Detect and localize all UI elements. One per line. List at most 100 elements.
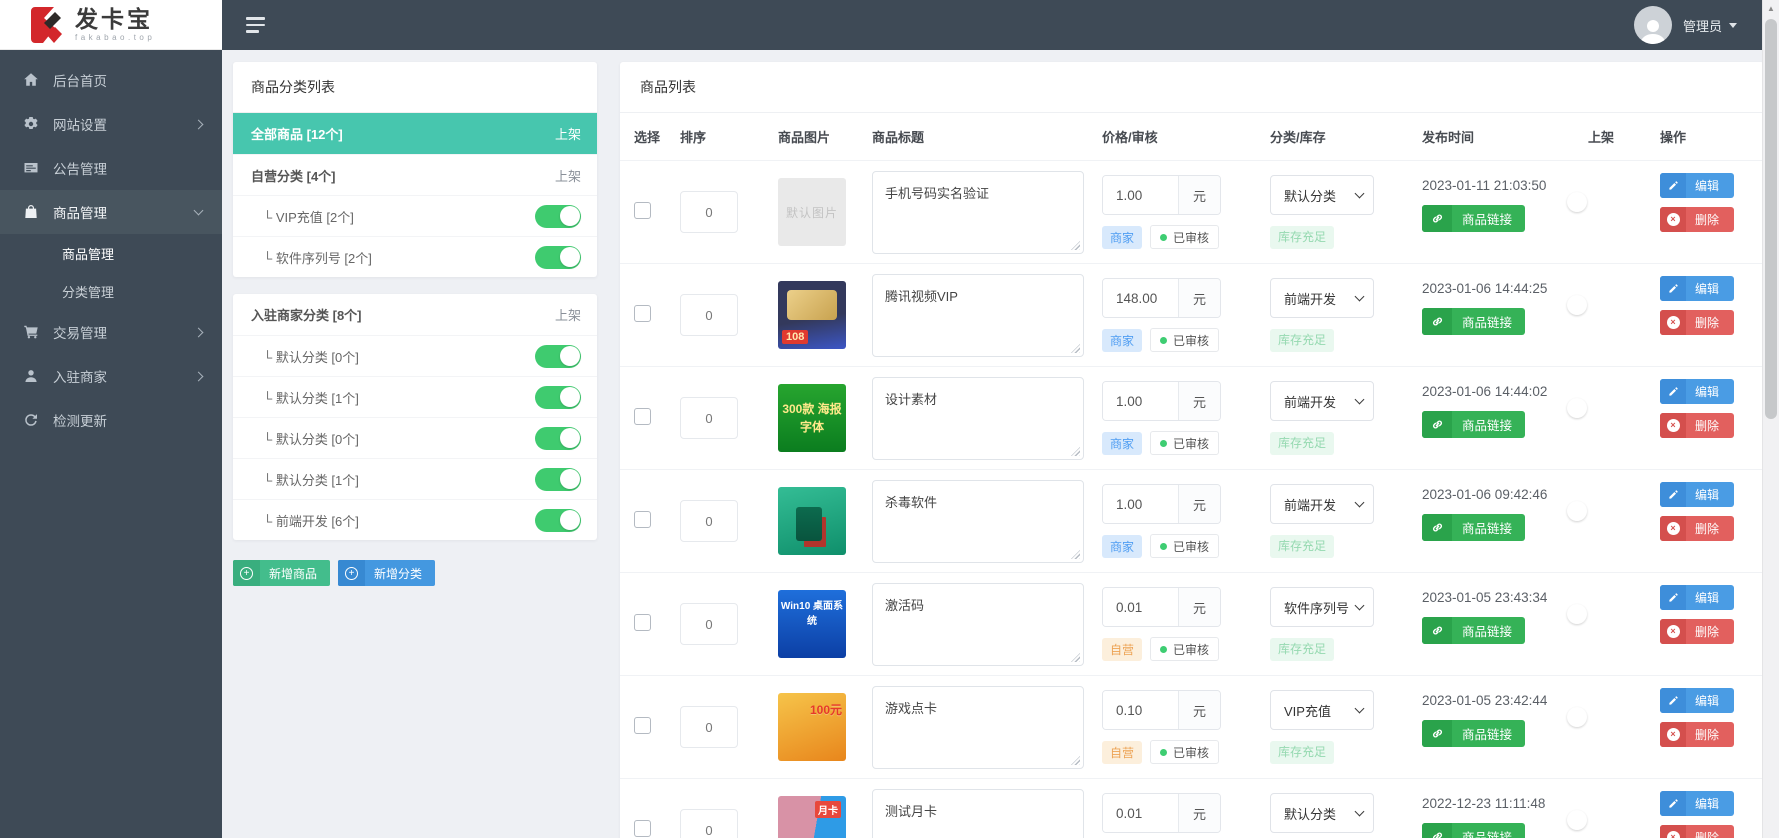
category-row[interactable]: └ 软件序列号 [2个] [233, 236, 597, 277]
sidebar-subitem-category-manage[interactable]: 分类管理 [0, 272, 222, 310]
product-title-input[interactable] [873, 172, 1083, 253]
sidebar-item-merchants[interactable]: 入驻商家 [0, 354, 222, 398]
product-link-button[interactable]: 商品链接 [1422, 514, 1526, 541]
sidebar-item-label: 网站设置 [53, 118, 107, 133]
price-input[interactable] [1103, 485, 1178, 523]
product-link-button[interactable]: 商品链接 [1422, 617, 1526, 644]
sidebar-item-site-settings[interactable]: 网站设置 [0, 102, 222, 146]
product-link-button[interactable]: 商品链接 [1422, 411, 1526, 438]
product-title-input[interactable] [873, 378, 1083, 459]
sort-input[interactable] [680, 500, 738, 542]
edit-button[interactable]: 编辑 [1660, 173, 1734, 198]
row-checkbox[interactable] [634, 717, 651, 734]
add-category-button[interactable]: + 新增分类 [338, 560, 436, 586]
product-title-input[interactable] [873, 275, 1083, 356]
price-input[interactable] [1103, 691, 1178, 729]
edit-button[interactable]: 编辑 [1660, 791, 1734, 816]
delete-button[interactable]: × 删除 [1660, 310, 1734, 335]
category-select[interactable]: 默认分类 [1270, 175, 1374, 215]
product-link-button[interactable]: 商品链接 [1422, 720, 1526, 747]
category-row[interactable]: └ 默认分类 [1个] [233, 458, 597, 499]
category-select[interactable]: 默认分类 [1270, 793, 1374, 833]
category-toggle[interactable] [535, 204, 581, 228]
add-product-button[interactable]: + 新增商品 [233, 560, 331, 586]
product-title-input[interactable] [873, 687, 1083, 768]
category-toggle[interactable] [535, 467, 581, 491]
vertical-scrollbar[interactable]: ▲ [1762, 0, 1779, 838]
category-row[interactable]: 自营分类 [4个] 上架 [233, 154, 597, 195]
edit-button[interactable]: 编辑 [1660, 585, 1734, 610]
delete-button[interactable]: × 删除 [1660, 825, 1734, 838]
hamburger-menu-icon[interactable] [246, 17, 265, 33]
product-link-button[interactable]: 商品链接 [1422, 205, 1526, 232]
price-input[interactable] [1103, 794, 1178, 832]
row-checkbox[interactable] [634, 820, 651, 837]
sidebar-item-products[interactable]: 商品管理 [0, 190, 222, 234]
scroll-up-arrow-icon[interactable]: ▲ [1763, 0, 1779, 17]
column-header: 商品图片 [778, 130, 831, 145]
sidebar-item-trades[interactable]: 交易管理 [0, 310, 222, 354]
sidebar-item-home[interactable]: 后台首页 [0, 58, 222, 102]
product-link-button[interactable]: 商品链接 [1422, 823, 1526, 838]
row-checkbox[interactable] [634, 305, 651, 322]
product-image-label: 108 [782, 330, 809, 344]
edit-button[interactable]: 编辑 [1660, 276, 1734, 301]
sort-input[interactable] [680, 809, 738, 838]
category-select[interactable]: 前端开发 [1270, 381, 1374, 421]
row-checkbox[interactable] [634, 202, 651, 219]
price-input[interactable] [1103, 176, 1178, 214]
page: 发卡宝 fakabao.top 后台首页 网站设置 公告管理 商品管理 商品管理 分类管理… [0, 0, 1779, 838]
scrollbar-thumb[interactable] [1765, 19, 1777, 419]
table-row: Win10 桌面系统元自营已审核软件序列号库存充足2023-01-05 23:4… [620, 572, 1764, 675]
sidebar-subitem-product-manage[interactable]: 商品管理 [0, 234, 222, 272]
price-input[interactable] [1103, 382, 1178, 420]
refresh-icon [22, 411, 40, 429]
category-row[interactable]: └ VIP充值 [2个] [233, 195, 597, 236]
category-select[interactable]: 前端开发 [1270, 484, 1374, 524]
category-select[interactable]: VIP充值 [1270, 690, 1374, 730]
price-input[interactable] [1103, 588, 1178, 626]
delete-button[interactable]: × 删除 [1660, 516, 1734, 541]
sort-input[interactable] [680, 397, 738, 439]
price-input[interactable] [1103, 279, 1178, 317]
delete-button[interactable]: × 删除 [1660, 722, 1734, 747]
category-toggle[interactable] [535, 508, 581, 532]
sort-input[interactable] [680, 603, 738, 645]
category-toggle[interactable] [535, 344, 581, 368]
product-title-input[interactable] [873, 584, 1083, 665]
category-select[interactable]: 软件序列号 [1270, 587, 1374, 627]
row-checkbox[interactable] [634, 511, 651, 528]
delete-button[interactable]: × 删除 [1660, 207, 1734, 232]
category-select[interactable]: 前端开发 [1270, 278, 1374, 318]
edit-label: 编辑 [1695, 797, 1720, 811]
sort-input[interactable] [680, 294, 738, 336]
delete-button[interactable]: × 删除 [1660, 619, 1734, 644]
user-menu[interactable]: 管理员 [1633, 6, 1737, 44]
product-title-input[interactable] [873, 481, 1083, 562]
sort-input[interactable] [680, 191, 738, 233]
logo-domain: fakabao.top [75, 32, 156, 42]
category-row[interactable]: 全部商品 [12个] 上架 [233, 113, 597, 154]
category-row[interactable]: └ 默认分类 [1个] [233, 376, 597, 417]
row-checkbox[interactable] [634, 614, 651, 631]
edit-button[interactable]: 编辑 [1660, 482, 1734, 507]
publish-time: 2023-01-06 14:44:02 [1422, 384, 1548, 399]
sort-input[interactable] [680, 706, 738, 748]
product-title-input[interactable] [873, 790, 1083, 838]
sidebar-item-check-update[interactable]: 检测更新 [0, 398, 222, 442]
logo[interactable]: 发卡宝 fakabao.top [0, 0, 222, 50]
category-row[interactable]: └ 前端开发 [6个] [233, 499, 597, 540]
edit-button[interactable]: 编辑 [1660, 688, 1734, 713]
category-toggle[interactable] [535, 385, 581, 409]
category-toggle[interactable] [535, 245, 581, 269]
product-link-button[interactable]: 商品链接 [1422, 308, 1526, 335]
category-toggle[interactable] [535, 426, 581, 450]
delete-button[interactable]: × 删除 [1660, 413, 1734, 438]
sidebar-item-announcements[interactable]: 公告管理 [0, 146, 222, 190]
title-input-wrap [872, 171, 1084, 254]
row-checkbox[interactable] [634, 408, 651, 425]
category-row[interactable]: └ 默认分类 [0个] [233, 417, 597, 458]
category-row[interactable]: 入驻商家分类 [8个] 上架 [233, 294, 597, 335]
edit-button[interactable]: 编辑 [1660, 379, 1734, 404]
category-row[interactable]: └ 默认分类 [0个] [233, 335, 597, 376]
